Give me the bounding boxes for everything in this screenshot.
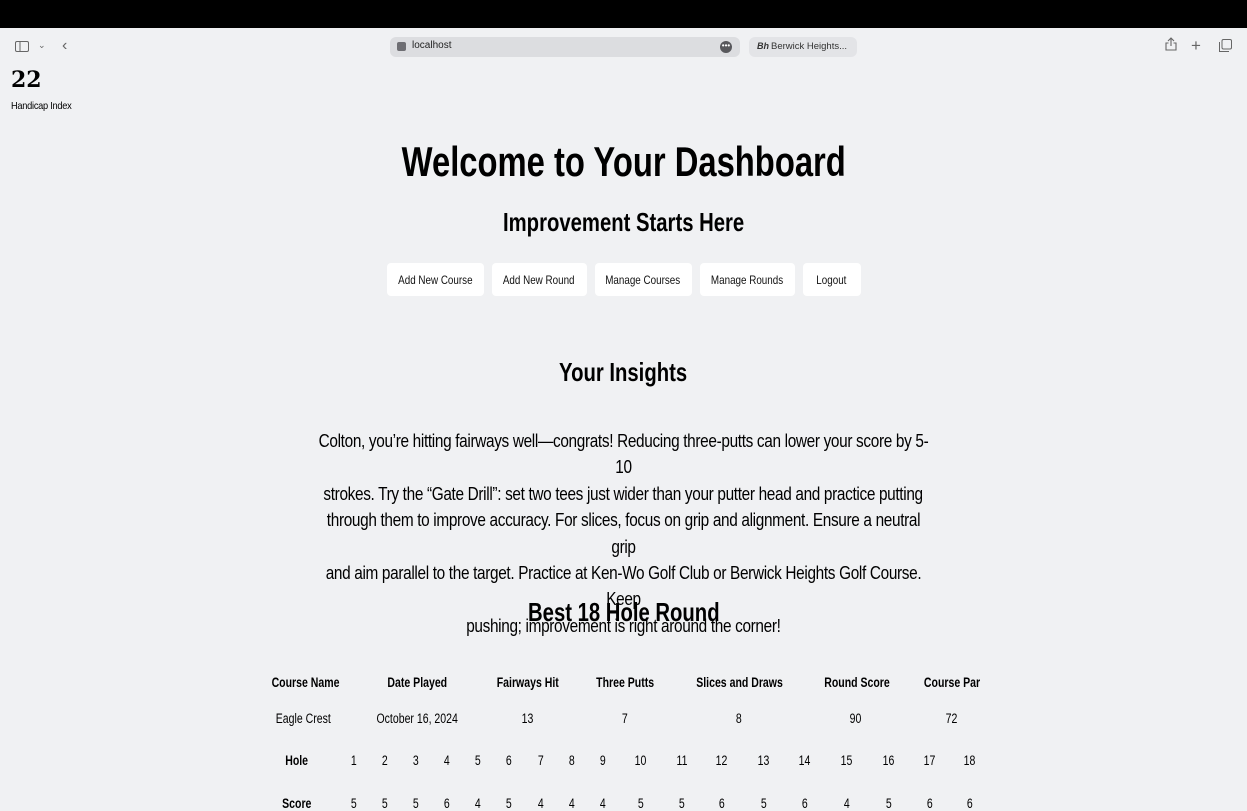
hole-number: 7: [538, 753, 544, 768]
hole-score: 5: [351, 796, 357, 811]
header-slices-draws: Slices and Draws: [696, 675, 783, 690]
hole-number: 14: [799, 753, 811, 768]
hole-score: 4: [844, 796, 850, 811]
hole-score: 6: [444, 796, 450, 811]
page-title: Welcome to Your Dashboard: [401, 138, 846, 185]
chevron-down-icon[interactable]: ⌄: [38, 41, 46, 50]
hole-number: 18: [964, 753, 976, 768]
insights-line: Colton, you’re hitting fairways well—con…: [318, 430, 929, 478]
hole-number: 3: [413, 753, 419, 768]
page-subtitle: Improvement Starts Here: [502, 207, 745, 237]
hole-row-label: Hole: [285, 753, 309, 768]
fairways-hit-value: 13: [522, 711, 534, 726]
hole-number: 4: [444, 753, 450, 768]
hole-number: 17: [924, 753, 936, 768]
manage-courses-button[interactable]: Manage Courses: [594, 263, 692, 296]
score-row-label: Score: [282, 796, 312, 811]
hole-score: 4: [475, 796, 481, 811]
site-icon: [397, 42, 406, 51]
hole-number: 8: [569, 753, 575, 768]
hole-score: 5: [761, 796, 767, 811]
header-fairways-hit: Fairways Hit: [496, 675, 560, 690]
tab-title: Berwick Heights...: [771, 41, 848, 52]
hole-score: 4: [569, 796, 575, 811]
new-tab-icon[interactable]: +: [1191, 37, 1201, 54]
hole-score: 5: [382, 796, 388, 811]
hole-score: 6: [967, 796, 973, 811]
hole-number: 11: [676, 753, 688, 768]
header-date-played: Date Played: [387, 675, 447, 690]
dashboard-nav: Add New Course Add New Round Manage Cour…: [0, 263, 1247, 296]
hole-score: 5: [679, 796, 685, 811]
add-round-button[interactable]: Add New Round: [491, 263, 587, 296]
tab-overview-icon[interactable]: [1219, 39, 1232, 54]
header-course-par: Course Par: [923, 675, 981, 690]
browser-toolbar: ⌄ ‹ localhost ••• Bh Berwick Heights... …: [0, 28, 1247, 66]
address-bar[interactable]: localhost •••: [390, 37, 740, 57]
tab-favicon-icon: Bh: [757, 41, 769, 51]
hole-number: 9: [600, 753, 606, 768]
hole-score: 5: [506, 796, 512, 811]
hole-number: 12: [716, 753, 728, 768]
header-round-score: Round Score: [824, 675, 890, 690]
logout-button[interactable]: Logout: [802, 263, 861, 296]
hole-score: 5: [638, 796, 644, 811]
url-text: localhost: [412, 40, 452, 51]
back-icon[interactable]: ‹: [62, 38, 67, 54]
hole-number: 15: [841, 753, 853, 768]
hole-score: 6: [927, 796, 933, 811]
course-name-value: Eagle Crest: [275, 711, 331, 726]
hole-score: 6: [719, 796, 725, 811]
sidebar-toggle-icon[interactable]: [15, 40, 29, 54]
date-played-value: October 16, 2024: [376, 711, 458, 726]
best-round-heading: Best 18 Hole Round: [527, 597, 720, 627]
system-top-bar: [0, 0, 1247, 28]
hole-number: 5: [475, 753, 481, 768]
hole-number: 2: [382, 753, 388, 768]
header-course-name: Course Name: [271, 675, 340, 690]
add-course-button[interactable]: Add New Course: [386, 263, 484, 296]
handicap-value: 22: [11, 67, 42, 93]
hole-score: 5: [886, 796, 892, 811]
hole-score: 6: [802, 796, 808, 811]
insights-heading: Your Insights: [559, 357, 688, 387]
more-icon[interactable]: •••: [720, 41, 732, 53]
share-icon[interactable]: [1165, 37, 1177, 53]
hole-number: 1: [351, 753, 357, 768]
insights-line: strokes. Try the “Gate Drill”: set two t…: [323, 482, 924, 504]
hole-number: 13: [758, 753, 770, 768]
hole-number: 6: [506, 753, 512, 768]
manage-rounds-button[interactable]: Manage Rounds: [699, 263, 795, 296]
hole-score: 4: [600, 796, 606, 811]
hole-number: 10: [635, 753, 647, 768]
header-three-putts: Three Putts: [596, 675, 654, 690]
slices-draws-value: 8: [736, 711, 742, 726]
hole-score: 4: [538, 796, 544, 811]
insights-line: through them to improve accuracy. For sl…: [326, 509, 921, 557]
tab-berwick-heights[interactable]: Bh Berwick Heights...: [749, 37, 857, 57]
hole-score: 5: [413, 796, 419, 811]
handicap-label: Handicap Index: [11, 100, 72, 112]
hole-number: 16: [883, 753, 895, 768]
three-putts-value: 7: [622, 711, 628, 726]
round-score-value: 90: [850, 711, 862, 726]
course-par-value: 72: [946, 711, 958, 726]
